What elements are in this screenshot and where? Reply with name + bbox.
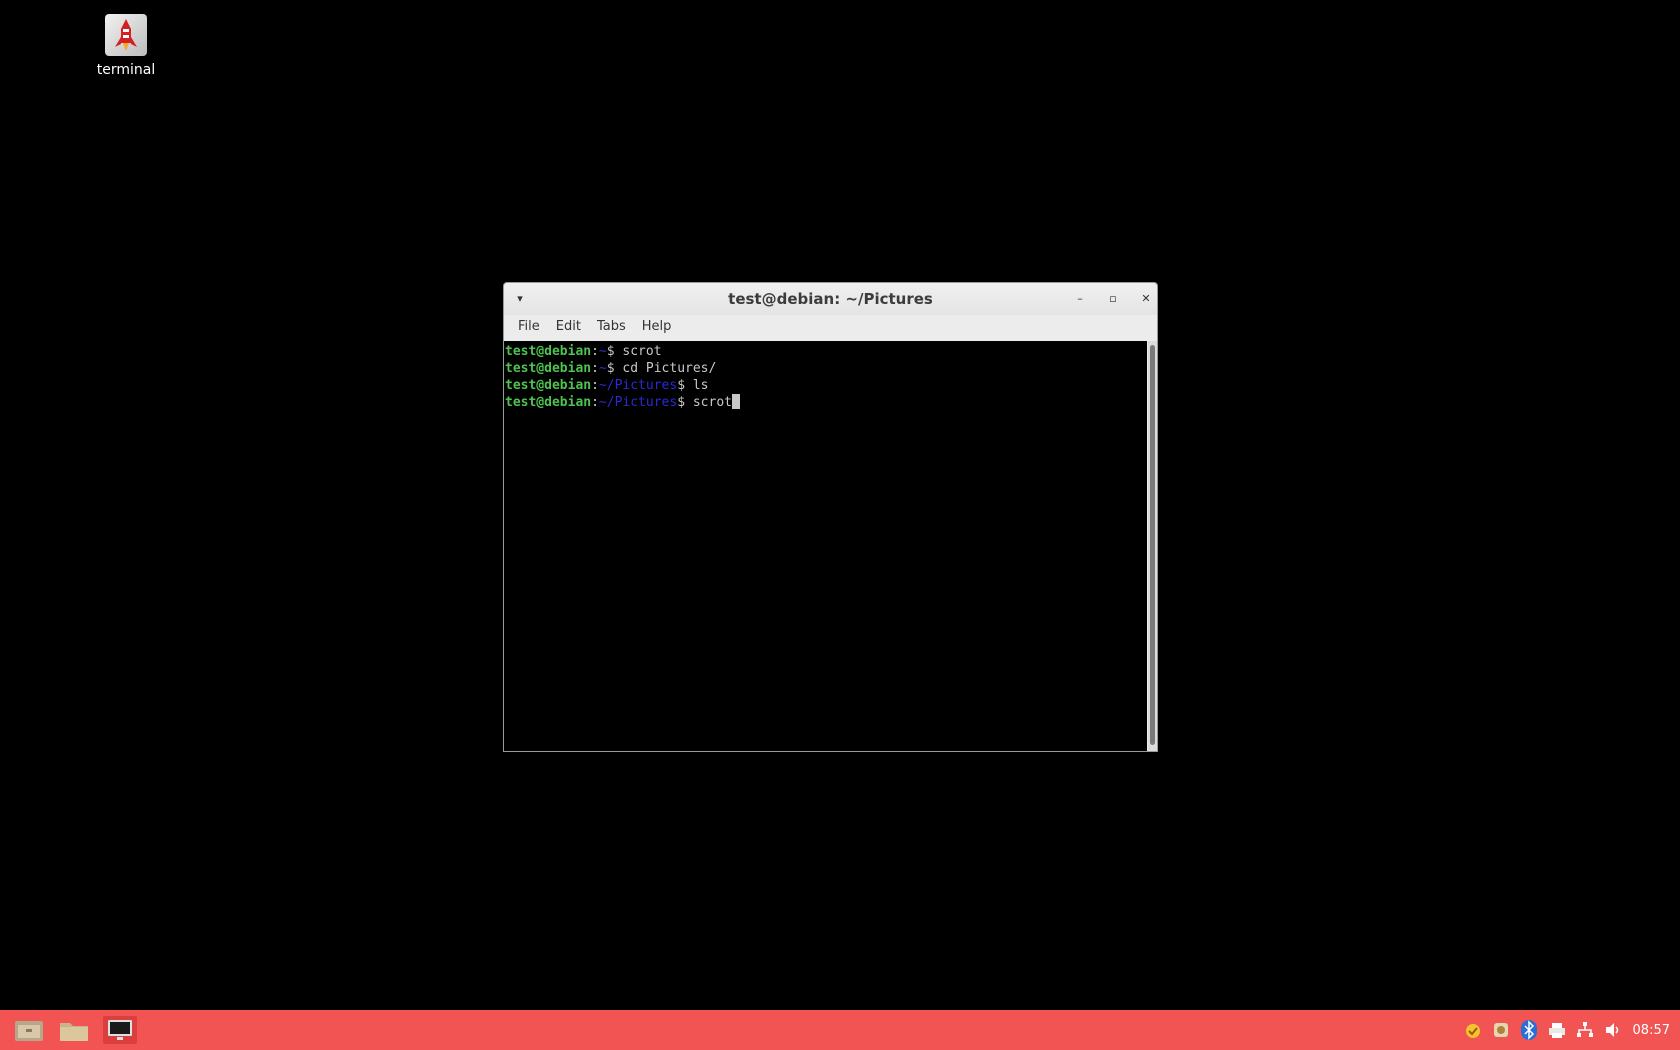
menu-file[interactable]: File <box>510 317 548 336</box>
printer-icon[interactable] <box>1545 1018 1569 1042</box>
volume-icon[interactable] <box>1601 1018 1625 1042</box>
minimize-icon[interactable]: – <box>1072 291 1088 307</box>
prompt-dollar: $ <box>677 395 693 410</box>
prompt-path: ~ <box>598 344 607 359</box>
terminal-line: test@debian:~/Pictures$ ls <box>504 377 1147 394</box>
desktop: terminal ▾ test@debian: ~/Pictures – ▫ ✕… <box>0 0 1680 1010</box>
system-tray: 08:57 <box>1459 1010 1680 1050</box>
terminal-window[interactable]: ▾ test@debian: ~/Pictures – ▫ ✕ File Edi… <box>503 282 1158 752</box>
rocket-icon <box>105 14 147 56</box>
window-titlebar[interactable]: ▾ test@debian: ~/Pictures – ▫ ✕ <box>504 283 1157 315</box>
prompt-path: ~ <box>598 361 607 376</box>
update-icon[interactable] <box>1461 1018 1485 1042</box>
prompt-user: test@debian <box>505 395 592 410</box>
bluetooth-icon[interactable] <box>1517 1018 1541 1042</box>
terminal-line: test@debian:~$ scrot <box>504 343 1147 360</box>
terminal-scrollbar[interactable] <box>1148 341 1157 751</box>
prompt-user: test@debian <box>505 344 592 359</box>
prompt-dollar: $ <box>606 361 623 376</box>
menu-tabs[interactable]: Tabs <box>589 317 634 336</box>
scrollbar-thumb[interactable] <box>1150 345 1155 745</box>
prompt-user: test@debian <box>505 378 592 393</box>
close-icon[interactable]: ✕ <box>1138 291 1154 307</box>
file-cabinet-icon[interactable] <box>12 1016 46 1044</box>
terminal-output[interactable]: test@debian:~$ scrot test@debian:~$ cd P… <box>504 341 1147 751</box>
prompt-colon: : <box>591 361 599 376</box>
terminal-command: ls <box>692 378 709 393</box>
prompt-colon: : <box>591 378 599 393</box>
maximize-icon[interactable]: ▫ <box>1105 291 1121 307</box>
prompt-path: ~/Pictures <box>598 378 678 393</box>
cloud-icon[interactable] <box>1489 1018 1513 1042</box>
clock[interactable]: 08:57 <box>1633 1023 1670 1038</box>
prompt-dollar: $ <box>606 344 623 359</box>
terminal-line: test@debian:~/Pictures$ scrot <box>504 394 1147 411</box>
terminal-command: scrot <box>622 344 662 359</box>
terminal-icon[interactable] <box>103 1016 137 1044</box>
prompt-dollar: $ <box>677 378 693 393</box>
prompt-colon: : <box>591 395 599 410</box>
taskbar: 08:57 <box>0 1010 1680 1050</box>
desktop-icon-terminal[interactable]: terminal <box>88 14 164 78</box>
prompt-path: ~/Pictures <box>598 395 678 410</box>
terminal-command: cd Pictures/ <box>622 361 717 376</box>
window-title: test@debian: ~/Pictures <box>728 290 933 308</box>
menu-help[interactable]: Help <box>634 317 680 336</box>
network-icon[interactable] <box>1573 1018 1597 1042</box>
menubar: File Edit Tabs Help <box>504 315 1157 337</box>
text-cursor <box>732 394 740 409</box>
terminal-line: test@debian:~$ cd Pictures/ <box>504 360 1147 377</box>
folder-icon[interactable] <box>57 1016 91 1044</box>
desktop-icon-label: terminal <box>96 62 156 78</box>
menu-edit[interactable]: Edit <box>548 317 589 336</box>
prompt-colon: : <box>591 344 599 359</box>
prompt-user: test@debian <box>505 361 592 376</box>
terminal-command: scrot <box>692 395 732 410</box>
